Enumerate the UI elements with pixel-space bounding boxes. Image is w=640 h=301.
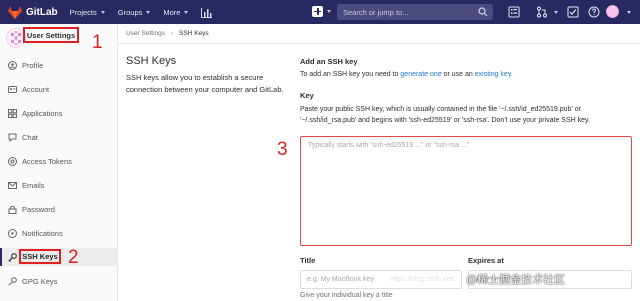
sidebar-item-label: GPG Keys [22, 276, 58, 286]
page-title: SSH Keys [126, 55, 177, 67]
ssh-key-textarea[interactable] [300, 136, 632, 246]
expires-label: Expires at [468, 256, 504, 265]
nav-projects-label: Projects [69, 7, 97, 17]
sidebar-item-ssh-keys[interactable]: SSH Keys [0, 248, 117, 266]
sidebar-title: User Settings [23, 27, 79, 43]
nav-more-label: More [163, 7, 181, 17]
form-intro: To add an SSH key you need to generate o… [300, 71, 513, 78]
sidebar-item-label: Emails [22, 180, 45, 190]
breadcrumb-parent[interactable]: User Settings [126, 30, 165, 37]
watermark-text: @稀土掘金技术社区 [466, 274, 566, 286]
form-heading: Add an SSH key [300, 57, 358, 66]
sidebar-item-label: Access Tokens [22, 156, 72, 166]
new-dropdown[interactable] [312, 6, 331, 17]
breadcrumb-current[interactable]: SSH Keys [179, 30, 209, 37]
gitlab-logo[interactable]: GitLab [8, 5, 58, 19]
sidebar-item-label: Chat [22, 132, 38, 142]
sidebar-item-label: Profile [22, 60, 44, 70]
sidebar-item-chat[interactable]: Chat [0, 128, 117, 146]
nav-groups[interactable]: Groups [118, 8, 151, 17]
search-box[interactable] [337, 4, 493, 20]
page-description: SSH keys allow you to establish a secure… [126, 73, 284, 94]
existing-key-link[interactable]: existing key [475, 71, 511, 78]
password-icon [8, 205, 17, 214]
sidebar-item-label: Notifications [22, 228, 63, 238]
notifications-icon [8, 228, 17, 238]
chevron-down-icon [100, 10, 105, 14]
chevron-down-icon [627, 11, 631, 14]
sidebar-item-profile[interactable]: Profile [0, 56, 117, 74]
nav-projects[interactable]: Projects [70, 8, 105, 17]
search-input[interactable] [343, 7, 473, 17]
title-label: Title [300, 256, 316, 265]
sidebar-item-label: SSH Keys [19, 249, 61, 264]
access-tokens-icon [8, 156, 17, 166]
title-help-text: Give your individual key a title [300, 292, 393, 299]
top-navbar: GitLab Projects Groups More [0, 0, 640, 24]
sidebar-item-label: Account [22, 84, 50, 94]
issues-icon[interactable] [508, 6, 520, 18]
chevron-down-icon [554, 11, 558, 14]
chevron-down-icon [146, 10, 151, 14]
nav-more[interactable]: More [163, 7, 189, 17]
annotation-number-2: 2 [68, 247, 79, 268]
key-label: Key [300, 91, 314, 100]
breadcrumb: User Settings › SSH Keys [126, 30, 209, 37]
settings-sidebar: User Settings Profile Account Applicatio… [0, 24, 118, 301]
sidebar-item-account[interactable]: Account [0, 80, 117, 98]
profile-icon [8, 60, 17, 70]
form-intro-mid: or use an [441, 71, 475, 78]
sidebar-item-notifications[interactable]: Notifications [0, 224, 117, 242]
gitlab-fox-icon [8, 5, 22, 19]
key-icon [8, 252, 17, 262]
chevron-down-icon [184, 10, 189, 14]
brand-name: GitLab [26, 6, 58, 18]
gpg-key-icon [8, 276, 17, 286]
sidebar-item-applications[interactable]: Applications [0, 104, 117, 122]
sidebar-item-label: Password [22, 204, 55, 214]
form-intro-suffix: . [510, 71, 513, 78]
chevron-right-icon: › [171, 30, 174, 37]
nav-menu: Projects Groups More [70, 7, 213, 18]
search-icon [478, 7, 488, 17]
nav-groups-label: Groups [117, 7, 143, 17]
plus-icon [312, 6, 323, 17]
sidebar-item-gpg-keys[interactable]: GPG Keys [0, 272, 117, 290]
applications-icon [8, 108, 17, 118]
key-help-text: Paste your public SSH key, which is usua… [300, 106, 590, 124]
account-icon [8, 85, 17, 93]
annotation-number-1: 1 [92, 32, 103, 53]
activity-chart-icon[interactable] [201, 7, 213, 18]
chat-icon [8, 133, 17, 142]
chevron-down-icon [327, 10, 331, 13]
sidebar-item-emails[interactable]: Emails [0, 176, 117, 194]
sidebar-item-access-tokens[interactable]: Access Tokens [0, 152, 117, 170]
user-avatar[interactable] [606, 5, 619, 18]
watermark-url: https://blog.csdn.net/... [390, 276, 461, 283]
annotation-number-3: 3 [277, 139, 288, 160]
emails-icon [8, 181, 17, 189]
todo-checkbox-icon[interactable] [567, 6, 579, 18]
sidebar-item-password[interactable]: Password [0, 200, 117, 218]
generate-one-link[interactable]: generate one [400, 71, 441, 78]
form-intro-prefix: To add an SSH key you need to [300, 71, 401, 78]
breadcrumb-divider [118, 43, 640, 44]
merge-request-icon[interactable] [536, 6, 548, 18]
sidebar-item-label: Applications [22, 108, 63, 118]
help-icon[interactable] [588, 6, 600, 18]
